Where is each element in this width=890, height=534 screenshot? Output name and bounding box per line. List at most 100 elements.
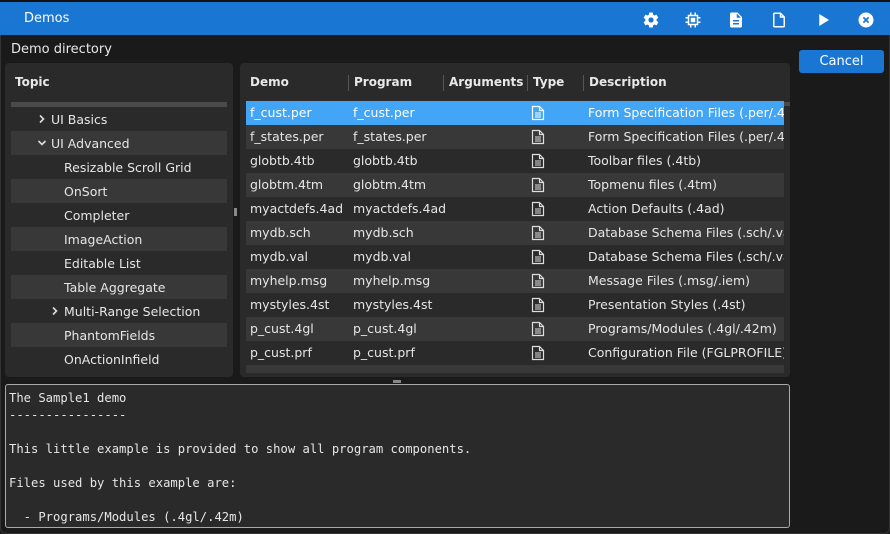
column-header-arguments[interactable]: Arguments bbox=[449, 75, 523, 89]
cell-program: mydb.sch bbox=[353, 225, 414, 240]
cell-program: globtm.4tm bbox=[353, 177, 427, 192]
tree-item[interactable]: UI Basics bbox=[11, 107, 227, 131]
table-row[interactable]: globtb.4tb globtb.4tb Toolbar files (.4tb) bbox=[246, 149, 784, 173]
tree-item[interactable]: OnSort bbox=[11, 179, 227, 203]
document-icon bbox=[531, 105, 545, 121]
cell-program: myactdefs.4ad bbox=[353, 201, 447, 216]
table-row[interactable]: mydb.sch mydb.sch Database Schema Files (.… bbox=[246, 221, 784, 245]
tree-item[interactable]: UI Advanced bbox=[11, 131, 227, 155]
cell-program: globtb.4tb bbox=[353, 153, 418, 168]
document-icon bbox=[531, 297, 545, 313]
cell-demo: myactdefs.4ad bbox=[250, 201, 344, 216]
cell-description: Message Files (.msg/.iem) bbox=[588, 273, 751, 288]
tree-item-label: Multi-Range Selection bbox=[64, 303, 201, 319]
tree-item[interactable]: Multi-Range Selection bbox=[11, 299, 227, 323]
cell-description: Database Schema Files (.sch/.val) bbox=[588, 249, 784, 264]
table-row-partial[interactable] bbox=[246, 365, 784, 373]
tree-item-label: UI Advanced bbox=[51, 135, 130, 151]
document-icon bbox=[531, 129, 545, 145]
table-row[interactable]: mystyles.4st mystyles.4st Presentation Sty… bbox=[246, 293, 784, 317]
document-icon bbox=[531, 345, 545, 361]
cell-demo: mystyles.4st bbox=[250, 297, 330, 312]
table-row[interactable]: p_cust.prf p_cust.prf Configuration File (… bbox=[246, 341, 784, 365]
window-title: Demos bbox=[24, 11, 70, 26]
tree-item-label: OnSort bbox=[64, 183, 108, 199]
table-row[interactable]: myhelp.msg myhelp.msg Message Files (.msg/… bbox=[246, 269, 784, 293]
tree-item[interactable]: Completer bbox=[11, 203, 227, 227]
column-divider[interactable] bbox=[583, 75, 584, 91]
cell-demo: p_cust.prf bbox=[250, 345, 312, 360]
document-icon bbox=[531, 153, 545, 169]
cell-program: mystyles.4st bbox=[353, 297, 433, 312]
column-divider[interactable] bbox=[348, 75, 349, 91]
cell-description: Topmenu files (.4tm) bbox=[588, 177, 718, 192]
title-bar: Demos bbox=[0, 0, 890, 35]
cell-program: f_states.per bbox=[353, 129, 427, 144]
cell-description: Form Specification Files (.per/.42f) bbox=[588, 129, 784, 144]
demo-description-textarea[interactable]: The Sample1 demo ---------------- This l… bbox=[5, 384, 790, 528]
cell-program: p_cust.prf bbox=[353, 345, 415, 360]
document-icon bbox=[531, 177, 545, 193]
tree-item[interactable]: Editable List bbox=[11, 251, 227, 275]
vertical-splitter-handle[interactable] bbox=[234, 208, 237, 216]
table-row[interactable]: mydb.val mydb.val Database Schema Files (.… bbox=[246, 245, 784, 269]
play-icon[interactable] bbox=[813, 10, 833, 30]
cell-demo: myhelp.msg bbox=[250, 273, 328, 288]
chip-icon[interactable] bbox=[683, 10, 703, 30]
table-row[interactable]: f_states.per f_states.per Form Specificati… bbox=[246, 125, 784, 149]
table-row[interactable]: myactdefs.4ad myactdefs.4ad Action Default… bbox=[246, 197, 784, 221]
demo-files-table: Demo Program Arguments Type Description … bbox=[240, 63, 790, 377]
tree-item-label: UI Basics bbox=[51, 111, 108, 127]
table-body: f_cust.per f_cust.per Form Specification F… bbox=[246, 101, 784, 373]
gear-icon[interactable] bbox=[641, 10, 661, 30]
cancel-button[interactable]: Cancel bbox=[799, 50, 884, 73]
chevron-right-icon[interactable] bbox=[49, 305, 61, 317]
cell-description: Programs/Modules (.4gl/.42m) bbox=[588, 321, 777, 336]
close-circle-icon[interactable] bbox=[856, 10, 876, 30]
tree-item[interactable]: ImageAction bbox=[11, 227, 227, 251]
cell-demo: p_cust.4gl bbox=[250, 321, 314, 336]
tree-item[interactable]: PhantomFields bbox=[11, 323, 227, 347]
document-icon bbox=[531, 321, 545, 337]
cell-demo: f_cust.per bbox=[250, 105, 312, 120]
column-divider[interactable] bbox=[527, 75, 528, 91]
cell-program: myhelp.msg bbox=[353, 273, 431, 288]
topic-column-header[interactable]: Topic bbox=[15, 75, 50, 89]
document-text-icon[interactable] bbox=[726, 10, 746, 30]
cell-demo: globtm.4tm bbox=[250, 177, 324, 192]
chevron-down-icon[interactable] bbox=[36, 137, 48, 149]
section-label: Demo directory bbox=[11, 42, 112, 57]
document-icon[interactable] bbox=[769, 10, 789, 30]
tree-item-label: Resizable Scroll Grid bbox=[64, 159, 192, 175]
cell-demo: mydb.sch bbox=[250, 225, 311, 240]
column-divider[interactable] bbox=[443, 75, 444, 91]
cell-description: Toolbar files (.4tb) bbox=[588, 153, 702, 168]
cell-description: Configuration File (FGLPROFILE) bbox=[588, 345, 784, 360]
table-row[interactable]: globtm.4tm globtm.4tm Topmenu files (.4tm) bbox=[246, 173, 784, 197]
tree-item[interactable]: Table Aggregate bbox=[11, 275, 227, 299]
cell-description: Action Defaults (.4ad) bbox=[588, 201, 725, 216]
table-row[interactable]: p_cust.4gl p_cust.4gl Programs/Modules (.4… bbox=[246, 317, 784, 341]
column-header-type[interactable]: Type bbox=[533, 75, 564, 89]
document-icon bbox=[531, 225, 545, 241]
horizontal-splitter-handle[interactable] bbox=[393, 380, 401, 383]
column-header-program[interactable]: Program bbox=[354, 75, 412, 89]
tree-item-label: ImageAction bbox=[64, 231, 143, 247]
tree-item[interactable]: OnActionInfield bbox=[11, 347, 227, 371]
tree-item-label: Completer bbox=[64, 207, 130, 223]
cell-demo: globtb.4tb bbox=[250, 153, 315, 168]
cell-description: Database Schema Files (.sch/.val) bbox=[588, 225, 784, 240]
cell-program: f_cust.per bbox=[353, 105, 415, 120]
cell-program: p_cust.4gl bbox=[353, 321, 417, 336]
cell-demo: f_states.per bbox=[250, 129, 324, 144]
cell-description: Form Specification Files (.per/.42f) bbox=[588, 105, 784, 120]
document-icon bbox=[531, 273, 545, 289]
cell-program: mydb.val bbox=[353, 249, 411, 264]
table-row[interactable]: f_cust.per f_cust.per Form Specification F… bbox=[246, 101, 784, 125]
column-header-demo[interactable]: Demo bbox=[250, 75, 289, 89]
column-header-description[interactable]: Description bbox=[589, 75, 667, 89]
tree-item[interactable]: Resizable Scroll Grid bbox=[11, 155, 227, 179]
topic-tree: UI Basics UI Advanced Resizable Scroll Gri… bbox=[11, 107, 227, 371]
tree-item-label: PhantomFields bbox=[64, 327, 156, 343]
chevron-right-icon[interactable] bbox=[36, 113, 48, 125]
